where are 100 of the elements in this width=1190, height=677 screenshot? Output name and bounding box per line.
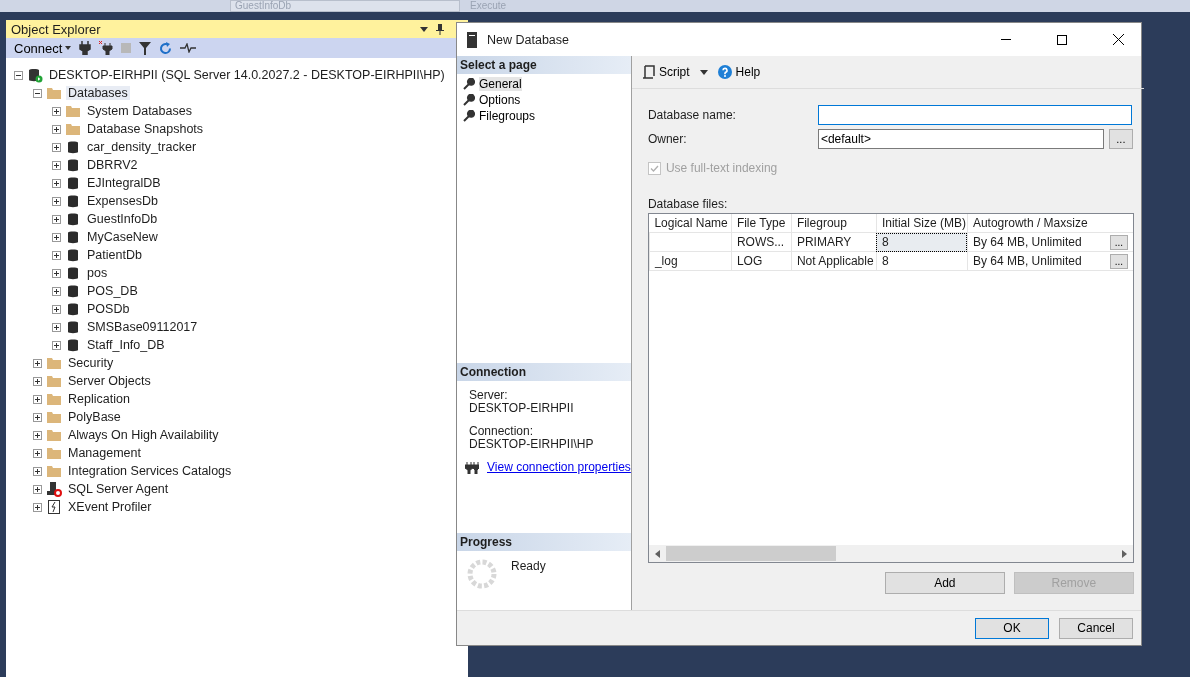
database-icon (65, 319, 81, 335)
field-label: Connection: (469, 425, 535, 438)
scrollbar-thumb[interactable] (665, 546, 836, 561)
tree-item[interactable]: XEvent Profiler (66, 500, 154, 514)
expand-icon[interactable] (52, 340, 61, 350)
add-button[interactable]: Add (884, 572, 1005, 594)
folder-icon (46, 355, 62, 371)
server-icon (27, 67, 43, 83)
tree-item[interactable]: MyCaseNew (85, 230, 160, 244)
expand-icon[interactable] (33, 502, 42, 512)
tree-item[interactable]: SMSBase09112017 (85, 320, 200, 334)
script-button[interactable]: Script (641, 65, 690, 79)
field-label: Owner: (647, 132, 688, 146)
help-icon (717, 65, 732, 79)
browse-button[interactable]: ... (1108, 129, 1133, 149)
tree-item[interactable]: PatientDb (85, 248, 144, 262)
expand-icon[interactable] (52, 268, 61, 278)
tree-item[interactable]: DESKTOP-EIRHPII (SQL Server 14.0.2027.2 - DESKTOP-EIRHPII\HP) (47, 68, 447, 82)
section-label: Database files: (647, 197, 729, 211)
wrench-icon (463, 78, 475, 90)
owner-field[interactable]: <default> (817, 129, 1104, 149)
tree-item[interactable]: POS_DB (85, 284, 140, 298)
expand-icon[interactable] (33, 412, 42, 422)
expand-icon[interactable] (33, 466, 42, 476)
cancel-button[interactable]: Cancel (1059, 617, 1133, 639)
tree-item[interactable]: System Databases (85, 104, 194, 118)
expand-icon[interactable] (33, 358, 42, 368)
help-button[interactable]: Help (717, 65, 761, 79)
tree-item[interactable]: Always On High Availability (66, 428, 221, 442)
tree-item[interactable]: Integration Services Catalogs (66, 464, 234, 478)
tree-item[interactable]: ExpensesDb (85, 194, 160, 208)
tree-item[interactable]: GuestInfoDb (85, 212, 160, 226)
column-header[interactable]: Logical Name (649, 214, 732, 233)
expand-icon[interactable] (52, 160, 61, 170)
expand-icon[interactable] (52, 214, 61, 224)
scroll-right-icon[interactable] (1121, 549, 1127, 558)
expand-icon[interactable] (52, 304, 61, 314)
tree-item[interactable]: car_density_tracker (85, 140, 199, 154)
close-icon[interactable] (1112, 34, 1124, 45)
profiler-icon (46, 499, 62, 515)
tree-item[interactable]: Replication (66, 392, 132, 406)
ok-button[interactable]: OK (975, 617, 1049, 639)
tree-item[interactable]: SQL Server Agent (66, 482, 171, 496)
dropdown-icon[interactable] (420, 26, 428, 32)
caret-icon[interactable] (699, 69, 708, 75)
collapse-icon[interactable] (14, 70, 23, 80)
expand-icon[interactable] (52, 124, 61, 134)
database-name-field[interactable] (817, 105, 1132, 125)
expand-icon[interactable] (33, 448, 42, 458)
tree-item[interactable]: Staff_Info_DB (85, 338, 167, 352)
filter-icon[interactable] (139, 41, 152, 55)
tree-item[interactable]: Management (66, 446, 143, 460)
database-icon (65, 193, 81, 209)
expand-icon[interactable] (52, 196, 61, 206)
folder-icon (46, 445, 62, 461)
expand-icon[interactable] (33, 394, 42, 404)
tree-item[interactable]: Server Objects (66, 374, 153, 388)
connection-link[interactable]: View connection properties (487, 461, 631, 474)
tree-item[interactable]: POSDb (85, 302, 132, 316)
column-header[interactable]: File Type (731, 214, 792, 233)
tree-item[interactable]: pos (85, 266, 110, 280)
expand-icon[interactable] (52, 322, 61, 332)
expand-icon[interactable] (52, 142, 61, 152)
scroll-left-icon[interactable] (654, 549, 660, 558)
activity-icon[interactable] (180, 43, 197, 53)
folder-icon (65, 103, 81, 119)
page-item[interactable]: Filegroups (457, 108, 542, 124)
column-header[interactable]: Filegroup (791, 214, 877, 233)
expand-icon[interactable] (52, 250, 61, 260)
refresh-icon[interactable] (159, 41, 173, 55)
tree-item[interactable]: Database Snapshots (85, 122, 206, 136)
expand-icon[interactable] (33, 430, 42, 440)
connect-button[interactable]: Connect (14, 40, 72, 56)
expand-icon[interactable] (52, 178, 61, 188)
disconnect-icon[interactable] (99, 41, 114, 55)
script-icon (641, 65, 655, 79)
tree-item[interactable]: PolyBase (66, 410, 123, 424)
expand-icon[interactable] (52, 286, 61, 296)
browse-button[interactable]: ... (1109, 234, 1128, 250)
pin-icon[interactable] (436, 23, 444, 35)
database-icon (65, 265, 81, 281)
tree-item[interactable]: Security (66, 356, 116, 370)
tree-item[interactable]: EJIntegralDB (85, 176, 163, 190)
database-icon (65, 229, 81, 245)
expand-icon[interactable] (33, 484, 42, 494)
tree-item[interactable]: DBRRV2 (85, 158, 140, 172)
expand-icon[interactable] (33, 376, 42, 386)
database-icon (65, 283, 81, 299)
expand-icon[interactable] (52, 232, 61, 242)
expand-icon[interactable] (52, 106, 61, 116)
plug-icon (465, 461, 479, 474)
maximize-icon[interactable] (1057, 34, 1067, 45)
column-header[interactable]: Autogrowth / Maxsize (967, 214, 1133, 233)
tree-item[interactable]: Databases (66, 86, 130, 100)
folder-icon (46, 391, 62, 407)
browse-button[interactable]: ... (1109, 253, 1128, 269)
plug-icon[interactable] (79, 41, 92, 55)
collapse-icon[interactable] (33, 88, 42, 98)
page-item[interactable]: Options (457, 92, 527, 108)
database-icon (65, 175, 81, 191)
